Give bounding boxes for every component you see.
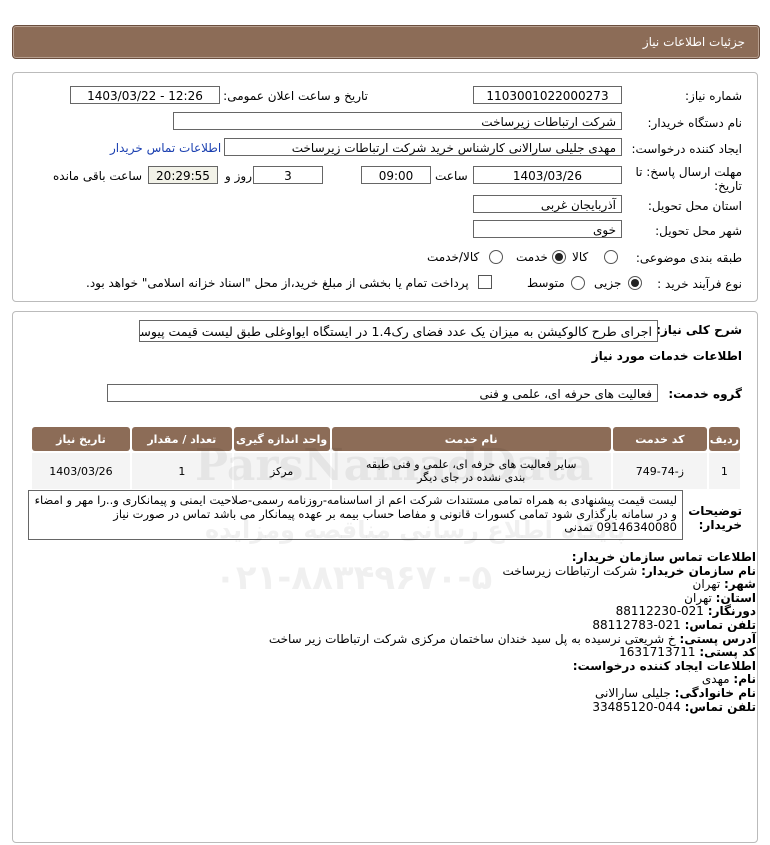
process-radio-medium[interactable]: [571, 276, 585, 290]
contact-address-line: آدرس پستی: خ شریعتی نرسیده به پل سید خند…: [268, 631, 756, 646]
contact-phone-line: تلفن تماس: 021-88112783: [592, 617, 756, 632]
description-field: اجرای طرح کالوکیشن به میزان یک عدد فضای …: [139, 320, 658, 342]
deadline-date-field: 1403/03/26: [473, 166, 622, 184]
deadline-time-label: ساعت: [435, 169, 468, 183]
cell-code: ز-74-749: [612, 453, 707, 489]
city-field: خوی: [473, 220, 622, 238]
buyer-notes-field: لیست قیمت پیشنهادی به همراه تمامی مستندا…: [28, 490, 683, 540]
page-header: جزئیات اطلاعات نیاز: [12, 25, 760, 59]
table-row[interactable]: 1 ز-74-749 سایر فعالیت های حرفه ای، علمی…: [32, 453, 740, 489]
col-row: ردیف: [708, 427, 740, 451]
creator-phone-line: تلفن تماس: 044-33485120: [592, 699, 756, 714]
deadline-label-1: مهلت ارسال پاسخ: تا: [635, 165, 742, 179]
contact-city-line: شهر: تهران: [692, 577, 756, 592]
days-label: روز و: [225, 169, 252, 183]
page-title: جزئیات اطلاعات نیاز: [642, 35, 745, 49]
services-section-title: اطلاعات خدمات مورد نیاز: [591, 349, 742, 363]
need-details-panel: [12, 72, 758, 302]
services-table: ردیف کد خدمت نام خدمت واحد اندازه گیری ت…: [30, 425, 742, 491]
category-label: طبقه بندی موضوعی:: [635, 251, 742, 265]
creator-name-line: نام: مهدی: [701, 672, 756, 687]
cell-name: سایر فعالیت های حرفه ای، علمی و فنی طبقه…: [331, 453, 611, 489]
creator-field: مهدی جلیلی سارالانی کارشناس خرید شرکت ار…: [224, 138, 622, 156]
category-option-service: خدمت: [516, 250, 548, 264]
col-name: نام خدمت: [331, 427, 611, 451]
contact-title: اطلاعات تماس سازمان خریدار:: [571, 550, 756, 564]
announce-datetime-field: 1403/03/22 - 12:26: [70, 86, 220, 104]
remaining-time-field: 20:29:55: [148, 166, 218, 184]
creator-family-line: نام خانوادگی: جلیلی سارالانی: [594, 685, 756, 700]
deadline-time-field: 09:00: [361, 166, 431, 184]
contact-info: اطلاعات تماس سازمان خریدار: نام سازمان خ…: [0, 550, 756, 714]
process-label: نوع فرآیند خرید :: [657, 277, 742, 291]
process-option-minor: جزیی: [594, 276, 622, 290]
cell-row: 1: [708, 453, 740, 489]
cell-unit: مرکز: [233, 453, 330, 489]
days-remaining-field: 3: [253, 166, 323, 184]
category-radio-goods-service[interactable]: [489, 250, 503, 264]
remaining-time-label: ساعت باقی مانده: [53, 169, 143, 183]
creator-label: ایجاد کننده درخواست:: [631, 142, 742, 156]
category-radio-goods[interactable]: [604, 250, 618, 264]
col-date: تاریخ نیاز: [32, 427, 130, 451]
creator-info-title: اطلاعات ایجاد کننده درخواست:: [572, 658, 756, 673]
process-option-medium: متوسط: [527, 276, 565, 290]
contact-province-line: استان: تهران: [684, 590, 756, 605]
contact-org-line: نام سازمان خریدار: شرکت ارتباطات زیرساخت: [502, 563, 756, 578]
treasury-checkbox[interactable]: [478, 275, 492, 289]
cell-date: 1403/03/26: [32, 453, 130, 489]
need-number-label: شماره نیاز:: [685, 89, 742, 103]
treasury-note: پرداخت تمام یا بخشی از مبلغ خرید،از محل …: [86, 276, 469, 290]
province-label: استان محل تحویل:: [647, 199, 742, 213]
cell-qty: 1: [131, 453, 232, 489]
category-option-goods: کالا: [572, 250, 589, 264]
contact-fax-line: دورنگار: 021-88112230: [615, 604, 756, 619]
col-unit: واحد اندازه گیری: [233, 427, 330, 451]
table-header-row: ردیف کد خدمت نام خدمت واحد اندازه گیری ت…: [32, 427, 740, 451]
contact-postal-line: کد پستی: 1631713711: [619, 645, 756, 660]
province-field: آذربایجان غربی: [473, 195, 622, 213]
process-radio-minor[interactable]: [628, 276, 642, 290]
buyer-org-field: شرکت ارتباطات زیرساخت: [173, 112, 622, 130]
category-radio-service[interactable]: [552, 250, 566, 264]
category-option-goods-service: کالا/خدمت: [427, 250, 480, 264]
col-code: کد خدمت: [612, 427, 707, 451]
service-group-field: فعالیت های حرفه ای، علمی و فنی: [107, 384, 658, 402]
description-label: شرح کلی نیاز:: [656, 323, 742, 337]
buyer-notes-label: توضیحات خریدار:: [688, 504, 742, 532]
need-number-field: 1103001022000273: [473, 86, 622, 104]
announce-label: تاریخ و ساعت اعلان عمومی:: [223, 89, 368, 103]
city-label: شهر محل تحویل:: [655, 224, 742, 238]
buyer-contact-link[interactable]: اطلاعات تماس خریدار: [110, 141, 221, 155]
deadline-label-2: تاریخ:: [714, 179, 742, 193]
buyer-org-label: نام دستگاه خریدار:: [647, 116, 743, 130]
service-group-label: گروه خدمت:: [668, 387, 742, 401]
col-qty: تعداد / مقدار: [131, 427, 232, 451]
